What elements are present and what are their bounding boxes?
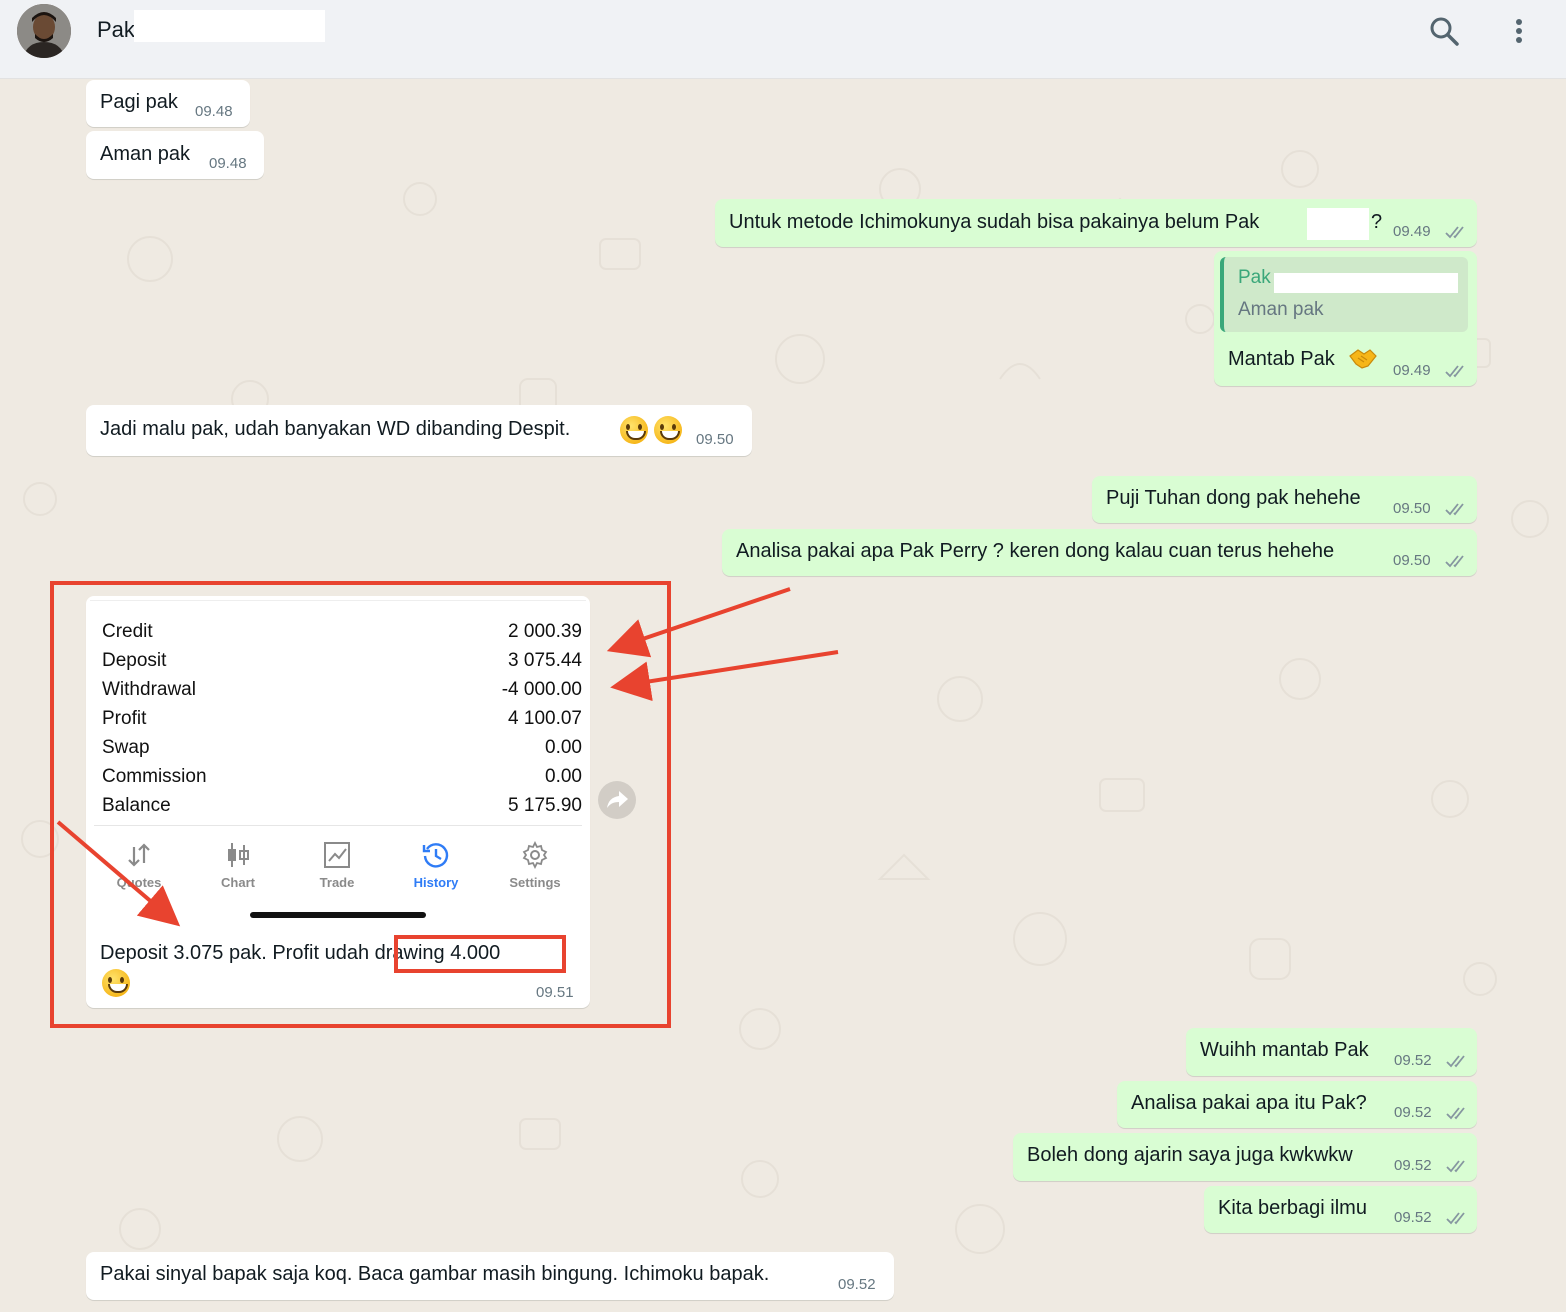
message-text-suffix: ? [1371, 211, 1383, 233]
redacted-name-block [1274, 273, 1458, 293]
read-receipt-icon [1445, 365, 1464, 378]
read-receipt-icon [1446, 1160, 1465, 1173]
contact-name[interactable]: Pak [97, 17, 135, 43]
message-time: 09.52 [1394, 1052, 1432, 1069]
contact-avatar[interactable] [17, 4, 71, 58]
message-time: 09.48 [195, 103, 233, 120]
quoted-message[interactable]: Pak Aman pak [1220, 257, 1468, 332]
search-icon[interactable] [1427, 14, 1461, 48]
message-text: Wuihh mantab Pak [1200, 1039, 1369, 1061]
read-receipt-icon [1446, 1107, 1465, 1120]
message-text: Mantab Pak [1228, 348, 1335, 370]
message-time: 09.52 [838, 1276, 876, 1293]
message-time: 09.50 [1393, 552, 1431, 569]
message-outgoing[interactable]: Analisa pakai apa itu Pak? 09.52 [1117, 1081, 1477, 1128]
read-receipt-icon [1445, 503, 1464, 516]
message-time: 09.52 [1394, 1209, 1432, 1226]
message-time: 09.52 [1394, 1157, 1432, 1174]
message-text: Puji Tuhan dong pak hehehe [1106, 487, 1361, 509]
message-time: 09.52 [1394, 1104, 1432, 1121]
message-text: Boleh dong ajarin saya juga kwkwkw [1027, 1144, 1353, 1166]
annotation-box-caption [394, 935, 566, 973]
grinning-emoji [620, 416, 648, 444]
quoted-text: Aman pak [1238, 299, 1324, 320]
message-time: 09.49 [1393, 362, 1431, 379]
message-time: 09.48 [209, 155, 247, 172]
chat-header: Pak [0, 0, 1566, 79]
message-outgoing[interactable]: Analisa pakai apa Pak Perry ? keren dong… [722, 529, 1477, 576]
message-text: Analisa pakai apa itu Pak? [1131, 1092, 1367, 1114]
message-text: Untuk metode Ichimokunya sudah bisa paka… [729, 211, 1260, 233]
message-incoming[interactable]: Aman pak 09.48 [86, 131, 264, 179]
message-text: Pakai sinyal bapak saja koq. Baca gambar… [100, 1263, 770, 1285]
message-outgoing[interactable]: Puji Tuhan dong pak hehehe 09.50 [1092, 476, 1477, 523]
message-outgoing[interactable]: Kita berbagi ilmu 09.52 [1204, 1186, 1477, 1233]
redacted-name-block [1307, 208, 1369, 240]
message-text: Kita berbagi ilmu [1218, 1197, 1367, 1219]
message-time: 09.50 [1393, 500, 1431, 517]
read-receipt-icon [1445, 226, 1464, 239]
read-receipt-icon [1446, 1212, 1465, 1225]
quoted-sender: Pak [1238, 267, 1271, 288]
message-text: Aman pak [100, 143, 191, 165]
message-text: Jadi malu pak, udah banyakan WD dibandin… [100, 418, 571, 440]
grinning-emoji [654, 416, 682, 444]
message-text: Analisa pakai apa Pak Perry ? keren dong… [736, 540, 1335, 562]
read-receipt-icon [1446, 1055, 1465, 1068]
message-incoming[interactable]: Jadi malu pak, udah banyakan WD dibandin… [86, 405, 752, 456]
message-text: Pagi pak [100, 91, 178, 113]
message-outgoing-reply[interactable]: Pak Aman pak Mantab Pak 09.49 [1214, 251, 1477, 386]
handshake-emoji [1349, 349, 1377, 369]
message-outgoing[interactable]: Boleh dong ajarin saya juga kwkwkw 09.52 [1013, 1133, 1477, 1181]
redacted-name-block [134, 10, 325, 42]
message-incoming[interactable]: Pakai sinyal bapak saja koq. Baca gambar… [86, 1252, 894, 1300]
message-time: 09.50 [696, 431, 734, 448]
message-outgoing[interactable]: Untuk metode Ichimokunya sudah bisa paka… [715, 199, 1477, 247]
message-incoming[interactable]: Pagi pak 09.48 [86, 80, 250, 127]
annotation-box-image [50, 581, 671, 1028]
menu-dots-icon[interactable] [1502, 14, 1536, 48]
read-receipt-icon [1445, 555, 1464, 568]
message-time: 09.49 [1393, 223, 1431, 240]
message-outgoing[interactable]: Wuihh mantab Pak 09.52 [1186, 1028, 1477, 1076]
